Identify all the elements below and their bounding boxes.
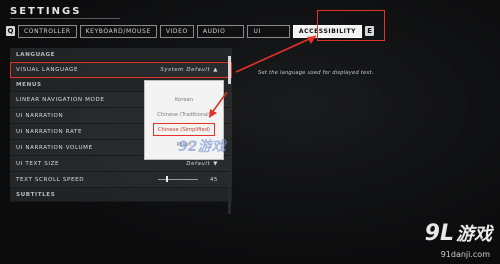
ui-narration-volume-label: UI NARRATION VOLUME — [16, 144, 93, 151]
site-logo: 9L 游戏 — [425, 220, 492, 246]
logo-number: 9L — [424, 221, 454, 246]
annotation-arrow-to-tab — [235, 35, 317, 73]
settings-screen: SETTINGS Q CONTROLLER KEYBOARD/MOUSE VID… — [0, 0, 500, 264]
watermark-url: 91danji.com — [440, 250, 490, 259]
visual-language-value[interactable]: System Default ▲ — [160, 67, 218, 73]
text-scroll-speed-slider[interactable] — [158, 176, 198, 182]
title-divider — [10, 18, 120, 19]
ui-text-size-label: UI TEXT SIZE — [16, 160, 60, 167]
dropdown-item-chinese-simplified[interactable]: Chinese (Simplified) — [153, 123, 215, 136]
text-scroll-speed-row[interactable]: TEXT SCROLL SPEED 45 — [10, 172, 232, 188]
text-scroll-speed-label: TEXT SCROLL SPEED — [16, 176, 85, 183]
watermark-mid-text: 92游戏 — [178, 139, 226, 155]
section-header-language: LANGUAGE — [10, 48, 232, 62]
tab-video[interactable]: VIDEO — [159, 24, 194, 38]
annotation-arrow-to-option — [209, 91, 228, 118]
tab-controller[interactable]: CONTROLLER — [18, 24, 77, 38]
slider-handle[interactable] — [166, 176, 168, 182]
visual-language-current: System Default — [160, 66, 211, 73]
chevron-down-icon: ▼ — [213, 160, 218, 167]
tab-keyboard-mouse[interactable]: KEYBOARD/MOUSE — [79, 24, 157, 38]
ui-narration-label: UI NARRATION — [16, 112, 64, 119]
visual-language-row[interactable]: VISUAL LANGUAGE System Default ▲ — [10, 62, 232, 78]
linear-navigation-label: LINEAR NAVIGATION MODE — [16, 96, 105, 103]
section-header-subtitles: SUBTITLES — [10, 188, 232, 202]
visual-language-label: VISUAL LANGUAGE — [16, 66, 79, 73]
page-title: SETTINGS — [10, 6, 82, 17]
text-scroll-speed-value: 45 — [209, 176, 218, 183]
prev-tab-key-hint[interactable]: Q — [6, 26, 15, 36]
chevron-up-icon: ▲ — [213, 66, 218, 73]
ui-text-size-current: Default — [186, 160, 211, 167]
ui-text-size-value[interactable]: Default ▼ — [186, 161, 218, 167]
ui-narration-rate-label: UI NARRATION RATE — [16, 128, 83, 135]
logo-text: 游戏 — [456, 224, 492, 245]
